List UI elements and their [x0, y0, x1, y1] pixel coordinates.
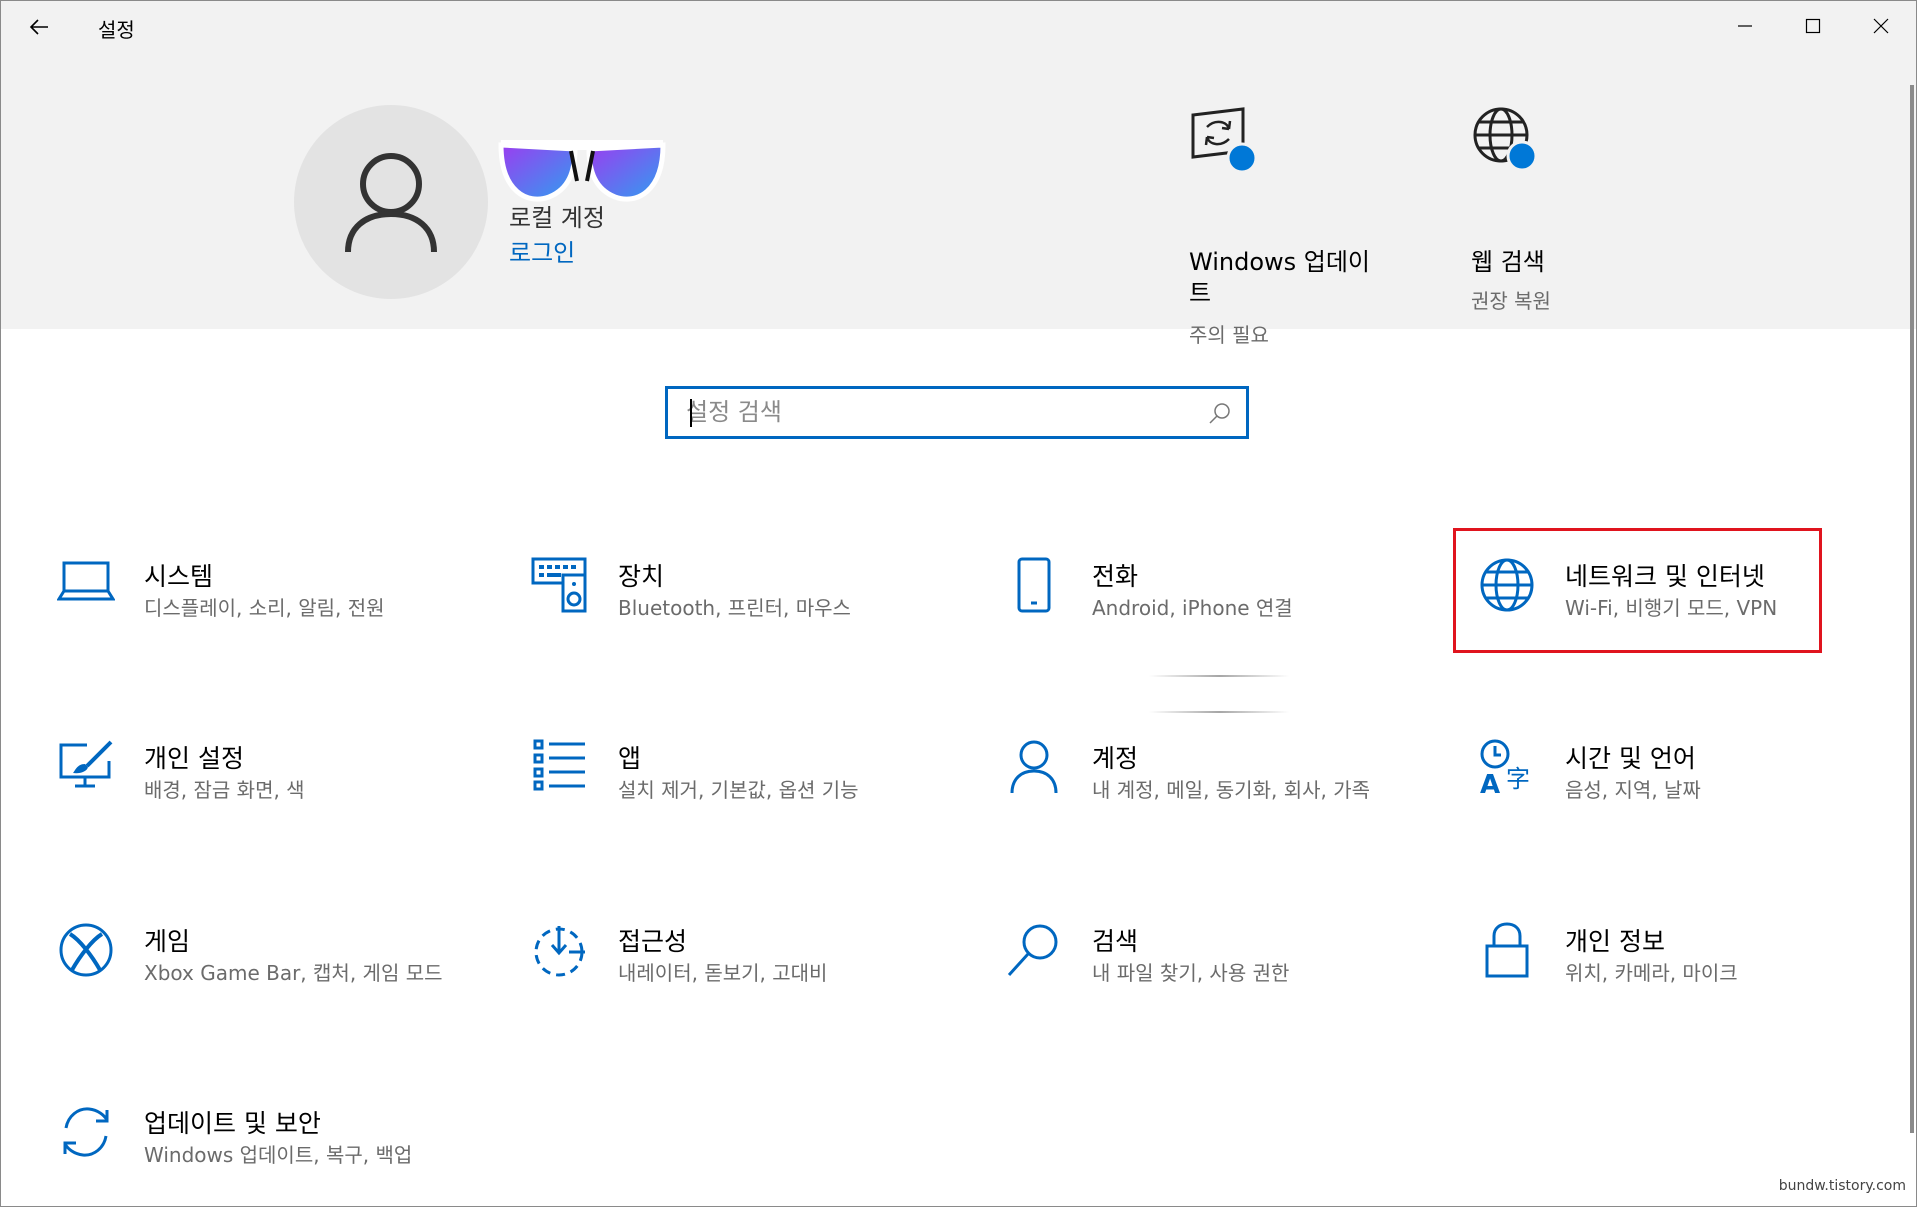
back-arrow-icon: [29, 19, 48, 35]
svg-text:字: 字: [1506, 765, 1530, 793]
category-time-language[interactable]: A 字 시간 및 언어 음성, 지역, 날짜: [1477, 739, 1916, 859]
category-description: Android, iPhone 연결: [1092, 596, 1293, 620]
category-description: 위치, 카메라, 마이크: [1565, 961, 1738, 985]
search-icon: [1007, 924, 1058, 977]
window-title: 설정: [98, 18, 135, 42]
accessibility-timer-icon: [534, 926, 585, 977]
category-title: 장치: [618, 562, 665, 591]
lock-icon: [1485, 922, 1529, 978]
app-list-icon: [533, 739, 585, 791]
highlight-box: [1453, 528, 1822, 653]
title-bar: 설정: [1, 1, 1916, 53]
category-title: 개인 설정: [144, 744, 244, 773]
quick-link-windows-update[interactable]: Windows 업데이트 주의 필요: [1189, 105, 1389, 355]
maximize-button[interactable]: [1779, 1, 1847, 51]
category-title: 게임: [144, 927, 191, 956]
category-description: 음성, 지역, 날짜: [1565, 778, 1701, 802]
quick-link-title: 웹 검색: [1471, 248, 1545, 276]
category-apps[interactable]: 앱 설치 제거, 기본값, 옵션 기능: [530, 739, 970, 859]
divider: [1149, 711, 1289, 713]
category-description: Xbox Game Bar, 캡처, 게임 모드: [144, 961, 443, 985]
category-update-security[interactable]: 업데이트 및 보안 Windows 업데이트, 복구, 백업: [56, 1104, 496, 1206]
category-search[interactable]: 검색 내 파일 찾기, 사용 권한: [1004, 922, 1444, 1042]
person-icon: [345, 153, 437, 253]
category-title: 앱: [618, 744, 642, 773]
maximize-icon: [1805, 18, 1821, 34]
search-icon[interactable]: [1208, 402, 1232, 426]
category-description: 디스플레이, 소리, 알림, 전원: [144, 596, 385, 620]
phone-icon: [1017, 557, 1051, 613]
text-caret: [690, 399, 692, 427]
watermark: bundw.tistory.com: [1778, 1178, 1906, 1194]
xbox-icon: [59, 923, 113, 977]
scrollbar[interactable]: [1910, 85, 1914, 1133]
category-personalization[interactable]: 개인 설정 배경, 잠금 화면, 색: [56, 739, 496, 859]
category-phone[interactable]: 전화 Android, iPhone 연결: [1004, 557, 1444, 677]
category-description: Bluetooth, 프린터, 마우스: [618, 596, 851, 620]
person-icon: [1010, 740, 1058, 794]
avatar[interactable]: [294, 105, 488, 299]
category-title: 접근성: [618, 927, 688, 956]
settings-window: 설정 로컬 계정 로그인 Windows 업데이트 주의 필요 웹 검색 권장 …: [0, 0, 1917, 1207]
category-ease-of-access[interactable]: 접근성 내레이터, 돋보기, 고대비: [530, 922, 970, 1042]
back-button[interactable]: [19, 7, 59, 47]
header-panel: 로컬 계정 로그인 Windows 업데이트 주의 필요 웹 검색 권장 복원: [1, 53, 1916, 347]
category-title: 업데이트 및 보안: [144, 1109, 321, 1138]
quick-link-subtitle: 권장 복원: [1471, 289, 1551, 313]
category-description: 내레이터, 돋보기, 고대비: [618, 961, 828, 985]
close-icon: [1873, 18, 1889, 34]
category-title: 계정: [1092, 744, 1139, 773]
category-description: 내 계정, 메일, 동기화, 회사, 가족: [1092, 778, 1371, 802]
sunglasses-sticker-icon: [498, 140, 666, 202]
divider: [1149, 675, 1289, 677]
paint-brush-screen-icon: [59, 740, 113, 788]
category-title: 검색: [1092, 927, 1139, 956]
category-devices[interactable]: 장치 Bluetooth, 프린터, 마우스: [530, 557, 970, 677]
globe-icon: [1473, 107, 1538, 172]
category-system[interactable]: 시스템 디스플레이, 소리, 알림, 전원: [56, 557, 496, 677]
quick-link-web-search[interactable]: 웹 검색 권장 복원: [1471, 105, 1671, 313]
close-button[interactable]: [1847, 1, 1915, 51]
category-accounts[interactable]: 계정 내 계정, 메일, 동기화, 회사, 가족: [1004, 739, 1444, 859]
account-type-label: 로컬 계정: [509, 204, 605, 232]
category-description: 배경, 잠금 화면, 색: [144, 778, 305, 802]
time-language-icon: A 字: [1480, 739, 1530, 795]
category-gaming[interactable]: 게임 Xbox Game Bar, 캡처, 게임 모드: [56, 922, 496, 1042]
minimize-icon: [1738, 25, 1752, 27]
svg-text:A: A: [1480, 770, 1500, 795]
laptop-icon: [57, 561, 115, 601]
category-title: 전화: [1092, 562, 1139, 591]
category-title: 시간 및 언어: [1565, 744, 1696, 773]
sign-in-link[interactable]: 로그인: [509, 233, 575, 268]
category-description: 내 파일 찾기, 사용 권한: [1092, 961, 1290, 985]
settings-search-box[interactable]: [665, 386, 1249, 439]
category-title: 시스템: [144, 562, 214, 591]
search-input[interactable]: [686, 397, 1186, 427]
category-privacy[interactable]: 개인 정보 위치, 카메라, 마이크: [1477, 922, 1916, 1042]
quick-link-subtitle: 주의 필요: [1189, 323, 1269, 347]
category-description: 설치 제거, 기본값, 옵션 기능: [618, 778, 859, 802]
windows-update-icon: [1191, 107, 1258, 174]
quick-link-title: Windows 업데이트: [1189, 248, 1371, 307]
keyboard-speaker-icon: [531, 557, 587, 613]
category-description: Windows 업데이트, 복구, 백업: [144, 1143, 413, 1167]
category-title: 개인 정보: [1565, 927, 1665, 956]
minimize-button[interactable]: [1711, 1, 1779, 51]
sync-icon: [63, 1107, 109, 1157]
